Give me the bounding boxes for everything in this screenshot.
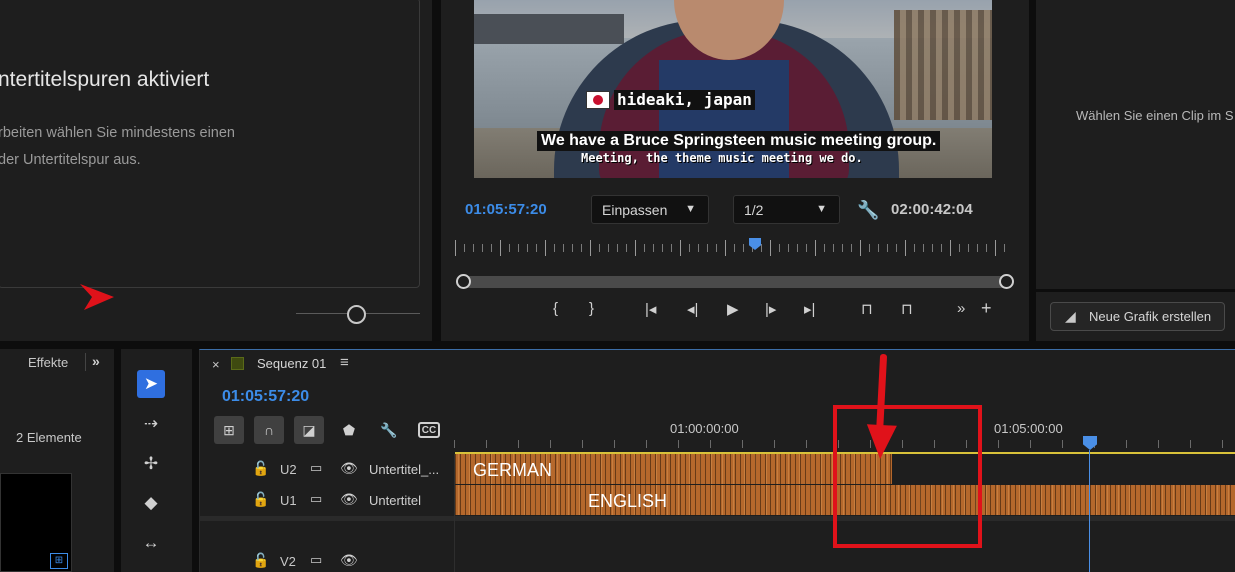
japan-flag-icon <box>586 91 610 109</box>
effects-panel: Effekte » 2 Elemente ⊞ <box>0 349 114 572</box>
essential-graphics-panel: Wählen Sie einen Clip im S <box>1036 0 1235 289</box>
go-to-in-icon[interactable]: |◂ <box>645 300 656 318</box>
item-count: 2 Elemente <box>16 430 82 445</box>
clip-label-german: GERMAN <box>473 460 553 480</box>
add-icon[interactable]: + <box>981 298 992 319</box>
annotation-arrow-head <box>865 424 897 460</box>
snap-magnet-icon[interactable]: ∩ <box>254 416 284 444</box>
caption-name-line: hideaki, japan <box>586 90 755 110</box>
mark-in-icon[interactable]: { <box>553 300 558 317</box>
step-back-icon[interactable]: ◂| <box>687 300 698 318</box>
annotation-chevron-icon <box>80 284 114 310</box>
track-label: Untertitel_... <box>369 462 440 477</box>
lift-icon[interactable]: ⊓ <box>861 300 873 318</box>
caption-english: We have a Bruce Springsteen music meetin… <box>537 131 941 151</box>
close-icon[interactable]: × <box>212 357 220 372</box>
resolution-dropdown-value: 1/2 <box>744 201 764 218</box>
monitor-current-timecode[interactable]: 01:05:57:20 <box>465 201 547 218</box>
timeline-settings-wrench-icon[interactable]: 🔧 <box>374 416 404 444</box>
slip-tool-icon[interactable]: ↔ <box>137 529 165 557</box>
track-id[interactable]: U1 <box>280 493 297 508</box>
track-id[interactable]: V2 <box>280 554 296 569</box>
extract-icon[interactable]: ⊓ <box>901 300 913 318</box>
track-id[interactable]: U2 <box>280 462 297 477</box>
panel-menu-icon[interactable]: ≡ <box>340 354 349 371</box>
monitor-duration-timecode: 02:00:42:04 <box>891 201 973 218</box>
caption-name: hideaki, japan <box>614 90 755 110</box>
caption-second-line: Meeting, the theme music meeting we do. <box>581 151 863 165</box>
lock-icon[interactable]: 🔓 <box>252 552 269 569</box>
step-forward-icon[interactable]: |▸ <box>765 300 776 318</box>
eye-icon[interactable]: 👁 <box>340 552 358 569</box>
eye-icon[interactable]: 👁 <box>340 460 358 477</box>
resolution-dropdown[interactable]: 1/2 ▼ <box>733 195 840 224</box>
track-label: Untertitel <box>369 493 422 508</box>
mark-out-icon[interactable]: } <box>589 300 594 317</box>
timeline-playhead-line <box>1089 450 1090 572</box>
captions-cc-icon[interactable]: CC <box>418 422 440 438</box>
video-frame: hideaki, japan We have a Bruce Springste… <box>474 0 992 178</box>
new-graphic-button[interactable]: ◢ Neue Grafik erstellen <box>1050 302 1225 331</box>
track-header-u2: 🔓 U2 ▭ 👁 Untertitel_... <box>200 454 454 484</box>
fit-dropdown[interactable]: Einpassen ▼ <box>591 195 709 224</box>
captions-info-panel: ntertitelspuren aktiviert rbeiten wählen… <box>0 0 432 341</box>
tools-panel: ➤ ⇢ ✢ ◆ ↔ <box>121 349 192 572</box>
clip-label-english: ENGLISH <box>588 491 668 511</box>
nest-insert-icon[interactable]: ⊞ <box>214 416 244 444</box>
chevron-down-icon: ▼ <box>816 203 827 215</box>
lock-icon[interactable]: 🔓 <box>252 491 269 508</box>
wrench-icon[interactable]: 🔧 <box>857 200 879 221</box>
selection-tool-icon[interactable]: ➤ <box>137 370 165 398</box>
more-panels-icon[interactable]: » <box>92 353 100 369</box>
ripple-edit-tool-icon[interactable]: ✢ <box>137 450 165 478</box>
scrollbar-left-handle[interactable] <box>456 274 471 289</box>
sequence-tab-title[interactable]: Sequenz 01 <box>257 356 326 371</box>
sequence-color-swatch <box>231 357 244 370</box>
monitor-time-ruler-major-ticks <box>455 240 1011 256</box>
linked-selection-icon[interactable]: ◪ <box>294 416 324 444</box>
eye-icon[interactable]: 👁 <box>340 491 358 508</box>
essential-graphics-footer: ◢ Neue Grafik erstellen <box>1036 292 1235 341</box>
chevron-down-icon: ▼ <box>685 203 696 215</box>
ruler-label-1: 01:00:00:00 <box>670 421 739 436</box>
program-monitor: hideaki, japan We have a Bruce Springste… <box>441 0 1029 341</box>
scrollbar-right-handle[interactable] <box>999 274 1014 289</box>
transport-controls: { } |◂ ◂| ▶ |▸ ▸| ⊓ ⊓ » + <box>549 298 999 324</box>
tab-divider <box>85 353 86 371</box>
lock-icon[interactable]: 🔓 <box>252 460 269 477</box>
razor-tool-icon[interactable]: ◆ <box>137 489 165 517</box>
track-header-u1: 🔓 U1 ▭ 👁 Untertitel <box>200 485 454 515</box>
sequence-icon: ⊞ <box>50 553 68 569</box>
monitor-zoom-scrollbar[interactable] <box>463 276 1007 288</box>
new-graphic-icon: ◢ <box>1065 308 1076 324</box>
video-background-city <box>474 14 624 44</box>
timeline-timecode[interactable]: 01:05:57:20 <box>222 388 309 406</box>
go-to-out-icon[interactable]: ▸| <box>804 300 815 318</box>
ruler-label-2: 01:05:00:00 <box>994 421 1063 436</box>
tab-effects[interactable]: Effekte <box>28 355 68 370</box>
info-panel-body: rbeiten wählen Sie mindestens einen der … <box>0 125 235 168</box>
german-caption-clips[interactable]: GERMAN <box>455 454 892 484</box>
annotation-highlight-box <box>833 405 982 548</box>
track-header-v2: 🔓 V2 ▭ 👁 <box>200 546 454 572</box>
track-select-tool-icon[interactable]: ⇢ <box>137 410 165 438</box>
fit-dropdown-value: Einpassen <box>602 201 668 218</box>
video-background-pier <box>894 10 992 120</box>
select-clip-message: Wählen Sie einen Clip im S <box>1076 108 1234 123</box>
play-icon[interactable]: ▶ <box>727 300 739 318</box>
track-output-icon[interactable]: ▭ <box>310 552 322 568</box>
more-icon[interactable]: » <box>957 300 965 317</box>
track-output-icon[interactable]: ▭ <box>310 491 322 507</box>
new-graphic-label: Neue Grafik erstellen <box>1089 309 1212 324</box>
track-separator <box>200 516 1235 521</box>
info-panel-title: ntertitelspuren aktiviert <box>0 68 210 91</box>
timeline-panel: × Sequenz 01 ≡ 01:05:57:20 ⊞ ∩ ◪ ⬟ 🔧 CC … <box>199 349 1235 572</box>
track-output-icon[interactable]: ▭ <box>310 460 322 476</box>
add-marker-icon[interactable]: ⬟ <box>334 416 364 444</box>
zoom-slider-knob[interactable] <box>347 305 366 324</box>
